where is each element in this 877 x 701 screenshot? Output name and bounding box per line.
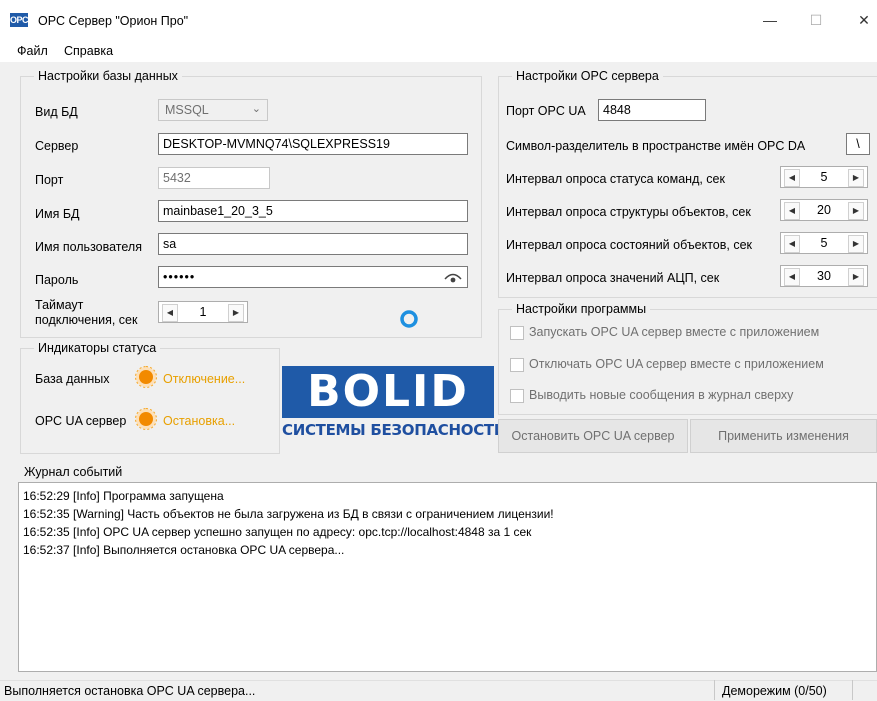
log-top-label: Выводить новые сообщения в журнал сверху (529, 388, 794, 402)
loading-spinner-icon (399, 309, 419, 329)
chevron-down-icon: ⌄ (251, 103, 261, 115)
interval-states-value: 5 (820, 236, 828, 250)
decrement-icon[interactable]: ◀ (784, 202, 800, 220)
demo-mode-indicator: Деморежим (0/50) (722, 684, 827, 698)
autostart-label: Запускать OPC UA сервер вместе с приложе… (529, 325, 820, 339)
app-icon: OPC (10, 13, 29, 27)
db-settings-title: Настройки базы данных (34, 69, 182, 83)
increment-icon[interactable]: ▶ (848, 202, 864, 220)
interval-label-states: Интервал опроса состояний объектов, сек (506, 238, 752, 252)
interval-adc-stepper[interactable]: ◀ 30 ▶ (780, 265, 868, 287)
program-settings-title: Настройки программы (512, 302, 651, 316)
apply-changes-button[interactable]: Применить изменения (690, 419, 877, 453)
interval-states-stepper[interactable]: ◀ 5 ▶ (780, 232, 868, 254)
opc-status-label: OPC UA сервер (35, 414, 127, 428)
autostop-label: Отключать OPC UA сервер вместе с приложе… (529, 357, 824, 371)
timeout-value: 1 (199, 305, 207, 319)
stop-server-button[interactable]: Остановить OPC UA сервер (498, 419, 688, 453)
db-type-value: MSSQL (165, 103, 209, 117)
opc-status-text: Остановка... (163, 414, 236, 428)
opc-status-indicator-icon (139, 412, 153, 426)
server-input[interactable]: DESKTOP-MVMNQ74\SQLEXPRESS19 (158, 133, 468, 155)
decrement-icon[interactable]: ◀ (784, 235, 800, 253)
db-type-select[interactable]: MSSQL ⌄ (158, 99, 268, 121)
interval-adc-value: 30 (817, 269, 831, 283)
menu-bar (0, 40, 877, 62)
minimize-button[interactable]: — (752, 8, 788, 32)
event-log[interactable]: 16:52:29 [Info] Программа запущена 16:52… (18, 482, 877, 672)
interval-label-commands: Интервал опроса статуса команд, сек (506, 172, 725, 186)
menu-file[interactable]: Файл (17, 44, 48, 58)
log-top-checkbox[interactable] (510, 389, 524, 403)
password-input[interactable]: •••••• (158, 266, 468, 288)
decrement-icon[interactable]: ◀ (784, 268, 800, 286)
status-separator (852, 680, 853, 700)
window-title: OPC Сервер "Орион Про" (38, 14, 189, 28)
separator-label: Символ-разделитель в пространстве имён O… (506, 139, 806, 153)
status-separator (714, 680, 715, 700)
log-line: 16:52:29 [Info] Программа запущена (23, 489, 224, 503)
close-button[interactable]: ✕ (846, 8, 877, 32)
increment-icon[interactable]: ▶ (848, 169, 864, 187)
interval-label-structure: Интервал опроса структуры объектов, сек (506, 205, 751, 219)
eye-icon[interactable] (444, 270, 462, 284)
autostart-checkbox[interactable] (510, 326, 524, 340)
port-input[interactable]: 5432 (158, 167, 270, 189)
opc-port-label: Порт OPC UA (506, 104, 586, 118)
db-name-label: Имя БД (35, 207, 80, 221)
password-label: Пароль (35, 273, 79, 287)
increment-icon[interactable]: ▶ (848, 235, 864, 253)
timeout-label: Таймаут подключения, сек (35, 298, 137, 328)
user-input[interactable]: sa (158, 233, 468, 255)
db-type-label: Вид БД (35, 105, 78, 119)
menu-help[interactable]: Справка (64, 44, 113, 58)
db-status-text: Отключение... (163, 372, 246, 386)
autostop-checkbox[interactable] (510, 358, 524, 372)
decrement-icon[interactable]: ◀ (784, 169, 800, 187)
status-message: Выполняется остановка OPC UA сервера... (4, 684, 256, 698)
bolid-logo-word: BOLID (307, 366, 469, 417)
decrement-icon[interactable]: ◀ (162, 304, 178, 322)
opc-port-input[interactable]: 4848 (598, 99, 706, 121)
increment-icon[interactable]: ▶ (228, 304, 244, 322)
opc-settings-title: Настройки OPC сервера (512, 69, 663, 83)
log-line: 16:52:35 [Warning] Часть объектов не был… (23, 507, 554, 521)
interval-commands-stepper[interactable]: ◀ 5 ▶ (780, 166, 868, 188)
server-label: Сервер (35, 139, 79, 153)
bolid-logo: BOLID (282, 366, 494, 418)
timeout-label-line1: Таймаут (35, 298, 84, 312)
log-title: Журнал событий (24, 465, 123, 479)
status-group (20, 348, 280, 454)
interval-label-adc: Интервал опроса значений АЦП, сек (506, 271, 720, 285)
port-label: Порт (35, 173, 64, 187)
bolid-logo-subtitle: СИСТЕМЫ БЕЗОПАСНОСТИ (282, 421, 507, 439)
user-label: Имя пользователя (35, 240, 142, 254)
log-line: 16:52:37 [Info] Выполняется остановка OP… (23, 543, 345, 557)
db-name-input[interactable]: mainbase1_20_3_5 (158, 200, 468, 222)
db-status-label: База данных (35, 372, 110, 386)
db-status-indicator-icon (139, 370, 153, 384)
increment-icon[interactable]: ▶ (848, 268, 864, 286)
interval-commands-value: 5 (820, 170, 828, 184)
separator-input[interactable]: \ (846, 133, 870, 155)
log-line: 16:52:35 [Info] OPC UA сервер успешно за… (23, 525, 532, 539)
maximize-button[interactable]: ☐ (798, 8, 834, 32)
interval-structure-value: 20 (817, 203, 831, 217)
timeout-label-line2: подключения, сек (35, 313, 138, 327)
timeout-stepper[interactable]: ◀ 1 ▶ (158, 301, 248, 323)
interval-structure-stepper[interactable]: ◀ 20 ▶ (780, 199, 868, 221)
status-group-title: Индикаторы статуса (34, 341, 161, 355)
